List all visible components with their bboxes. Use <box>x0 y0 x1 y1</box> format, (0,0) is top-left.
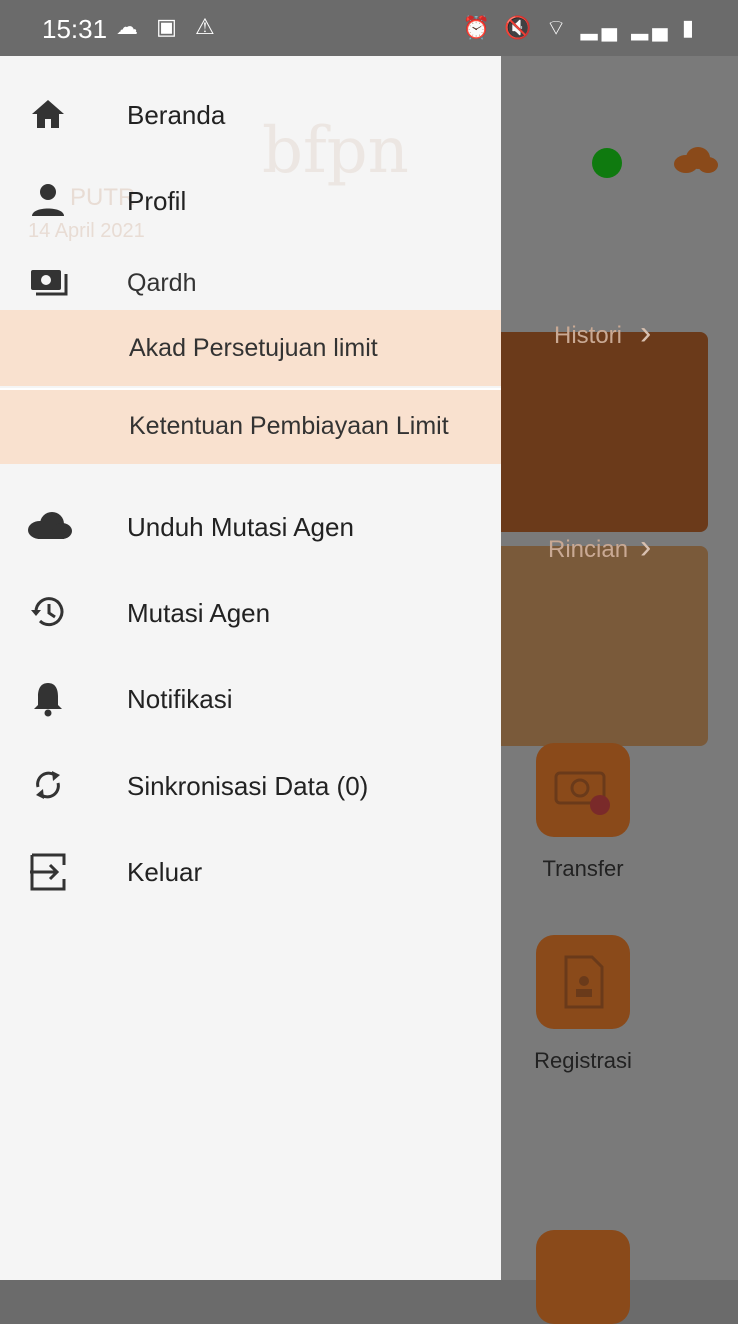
cloud-icon <box>674 147 718 173</box>
logout-icon <box>30 853 66 891</box>
partnership-button[interactable] <box>536 1230 630 1324</box>
mute-icon: 🔇 <box>504 15 536 40</box>
history-icon <box>31 597 64 627</box>
histori-label[interactable]: Histori <box>554 322 622 350</box>
registrasi-button[interactable] <box>536 935 630 1029</box>
transfer-icon <box>554 771 610 815</box>
warning-icon: ⚠ <box>195 14 221 39</box>
menu-item-mutasi-agen[interactable]: Mutasi Agen <box>0 570 501 656</box>
status-time: 15:31 <box>42 14 108 44</box>
submenu-label: Ketentuan Pembiayaan Limit <box>129 412 449 440</box>
image-icon: ▣ <box>156 14 183 39</box>
menu-item-beranda[interactable]: Beranda <box>0 72 501 158</box>
menu-label: Keluar <box>127 857 203 887</box>
home-icon <box>32 100 64 128</box>
menu-label: Beranda <box>127 100 226 130</box>
menu-item-sinkronisasi-data[interactable]: Sinkronisasi Data (0) <box>0 743 501 829</box>
wifi-icon: ⌔ <box>545 15 571 40</box>
chevron-right-icon: › <box>640 528 652 566</box>
rincian-label[interactable]: Rincian <box>548 536 628 564</box>
sync-icon <box>36 771 60 799</box>
transfer-label: Transfer <box>542 856 624 881</box>
menu-label: Unduh Mutasi Agen <box>127 512 354 542</box>
bell-icon <box>34 683 62 717</box>
registration-icon <box>564 955 604 1009</box>
submenu-item-ketentuan-pembiayaan[interactable]: Ketentuan Pembiayaan Limit <box>0 390 501 464</box>
battery-icon: ▮ <box>681 15 698 40</box>
details-card[interactable] <box>480 546 708 746</box>
online-status-dot <box>592 148 622 178</box>
menu-label: Sinkronisasi Data (0) <box>127 771 369 801</box>
menu-label: Profil <box>127 186 187 216</box>
cloud-icon <box>28 512 72 539</box>
person-icon <box>32 184 64 216</box>
submenu-label: Akad Persetujuan limit <box>129 334 378 362</box>
menu-label: Qardh <box>127 269 197 297</box>
navigation-drawer: bfpn PUTR 14 April 2021 Beranda Profil Q… <box>0 56 501 1280</box>
signal-icon: ▂▄ <box>580 15 622 40</box>
balance-card[interactable] <box>480 332 708 532</box>
chevron-right-icon: › <box>640 314 652 352</box>
cloud-icon: ☁ <box>116 14 144 39</box>
menu-item-unduh-mutasi-agen[interactable]: Unduh Mutasi Agen <box>0 484 501 570</box>
money-icon <box>31 270 68 296</box>
menu-label: Mutasi Agen <box>127 598 271 628</box>
alarm-icon: ⏰ <box>462 15 495 40</box>
status-left-icons: ☁ ▣ ⚠ <box>116 14 221 40</box>
menu-item-keluar[interactable]: Keluar <box>0 829 501 915</box>
menu-item-notifikasi[interactable]: Notifikasi <box>0 656 501 742</box>
menu-item-profil[interactable]: Profil <box>0 158 501 244</box>
signal-icon: ▂▄ <box>631 15 672 40</box>
status-right-icons: ⏰ 🔇 ⌔ ▂▄ ▂▄ ▮ <box>463 14 698 42</box>
submenu-item-akad-persetujuan[interactable]: Akad Persetujuan limit <box>0 310 501 386</box>
status-bar: 15:31 ☁ ▣ ⚠ ⏰ 🔇 ⌔ ▂▄ ▂▄ ▮ <box>0 0 738 56</box>
menu-label: Notifikasi <box>127 684 233 714</box>
registrasi-label: Registrasi <box>534 1048 632 1073</box>
transfer-button[interactable] <box>536 743 630 837</box>
menu-item-qardh[interactable]: Qardh <box>0 242 501 312</box>
